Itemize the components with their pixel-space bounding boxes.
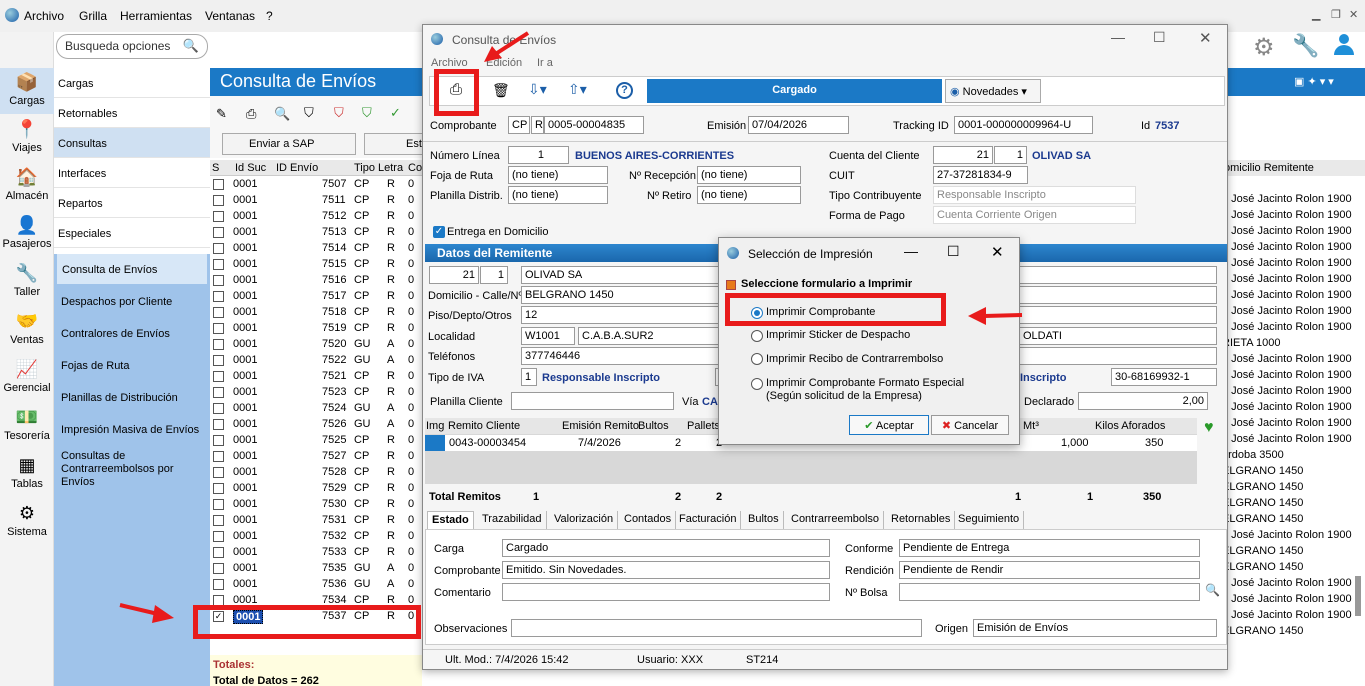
arrow-to-print <box>492 31 530 57</box>
arrow-to-option <box>983 313 1023 318</box>
arrow-to-row <box>119 603 159 616</box>
annotation-arrows <box>119 31 1023 623</box>
